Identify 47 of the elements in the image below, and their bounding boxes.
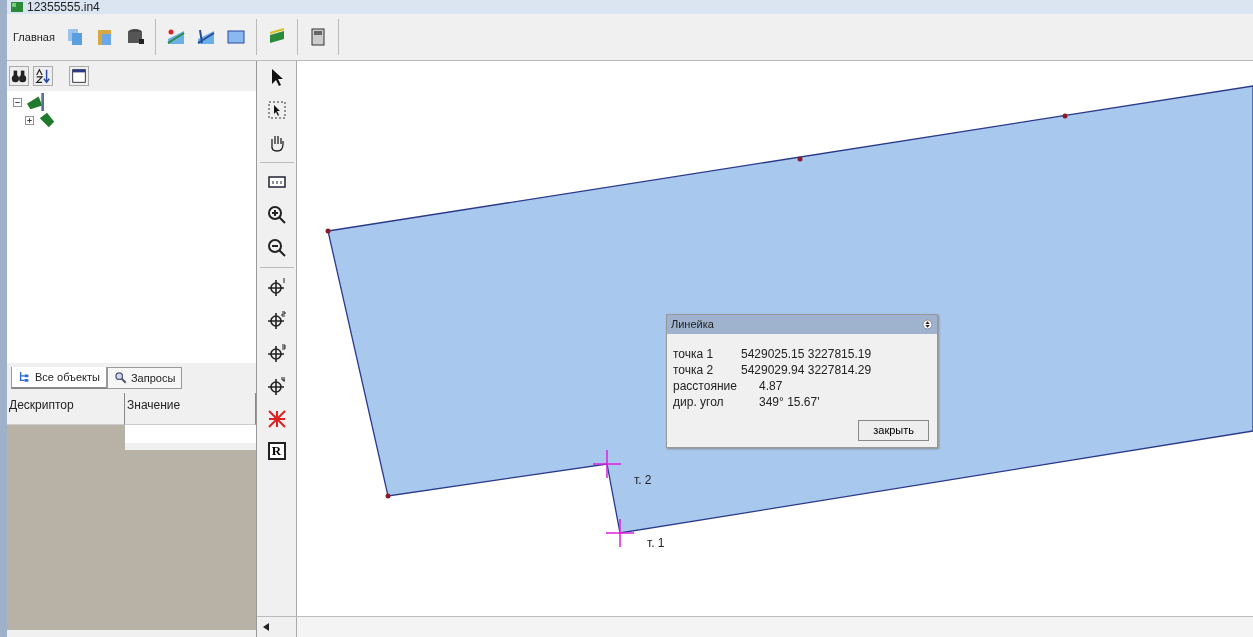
tab[interactable]: Запросы	[106, 366, 183, 389]
panel-icon[interactable]	[225, 27, 246, 47]
field-value: 349° 15.67'	[759, 394, 820, 410]
r-button[interactable]: R	[267, 442, 286, 460]
collapse-icon[interactable]	[13, 97, 22, 107]
crosshair-icon[interactable]	[266, 376, 287, 396]
search-icon	[113, 371, 127, 385]
point-label: т. 1	[647, 535, 665, 552]
vertex-dot	[385, 493, 391, 499]
layer-icon	[25, 93, 45, 111]
point-marker	[592, 449, 622, 479]
field-value: 4.87	[759, 378, 783, 394]
crosshair-icon[interactable]	[266, 343, 287, 363]
sort-icon[interactable]	[33, 66, 53, 86]
field-label: точка 2	[673, 362, 715, 378]
tree-icon	[18, 370, 31, 384]
field-label: расстояние	[673, 378, 738, 394]
layer-icon	[37, 111, 57, 129]
expand-icon[interactable]	[25, 115, 34, 125]
delete-points-icon[interactable]	[266, 409, 287, 429]
map-line-icon[interactable]	[195, 27, 216, 47]
dialog-title: Линейка	[671, 317, 714, 333]
horizontal-scrollbar[interactable]	[297, 617, 1253, 637]
crosshair-icon[interactable]	[266, 310, 287, 330]
close-button[interactable]: закрыть	[858, 420, 929, 441]
field-value: 5429029.94 3227814.29	[741, 362, 872, 378]
collapse-toggle-icon[interactable]	[922, 319, 933, 330]
binoculars-icon[interactable]	[9, 66, 29, 86]
vertex-dot	[1062, 113, 1068, 119]
zoom-out-icon[interactable]	[266, 238, 287, 258]
vertex-dot	[797, 156, 803, 162]
point-marker	[605, 518, 635, 548]
vertex-dot	[325, 228, 331, 234]
point-label: т. 2	[634, 472, 652, 489]
scroll-left-arrow-icon[interactable]	[263, 623, 269, 631]
crosshair-icon[interactable]	[266, 277, 287, 297]
toolbar-label[interactable]: Главная	[13, 28, 55, 46]
tab[interactable]: Все объекты	[11, 366, 107, 389]
select-box-icon[interactable]	[266, 100, 287, 120]
field-label: дир. угол	[673, 394, 725, 410]
app-icon	[11, 2, 23, 12]
window-title: 12355555.in4	[27, 0, 100, 16]
field-label: точка 1	[673, 346, 715, 362]
map-edit-icon[interactable]	[165, 27, 186, 47]
field-value: 5429025.15 3227815.19	[741, 346, 872, 362]
zoom-in-icon[interactable]	[266, 205, 287, 225]
window-icon[interactable]	[69, 66, 89, 86]
